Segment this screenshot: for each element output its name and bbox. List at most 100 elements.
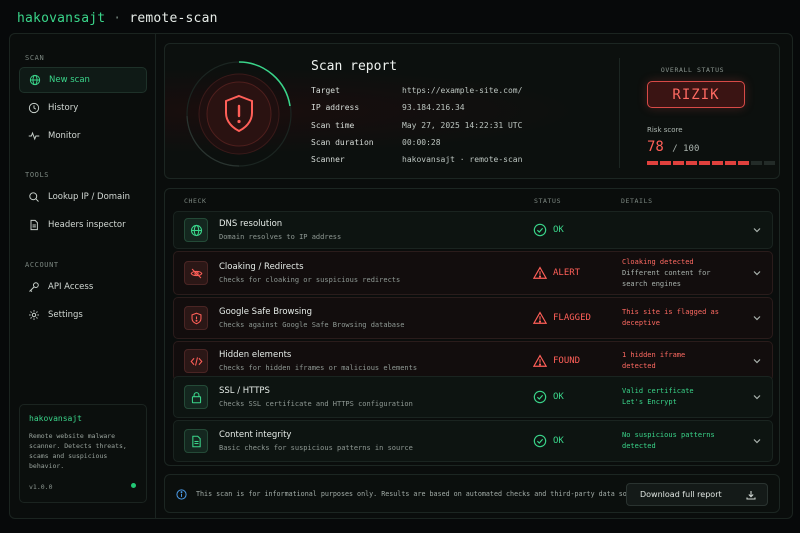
field-value: 93.184.216.34 <box>402 103 465 112</box>
section-label-tools: TOOLS <box>25 171 50 179</box>
detail-line: detected <box>622 442 656 450</box>
sidebar-item-monitor[interactable]: Monitor <box>19 123 147 149</box>
detail-line: This site is flagged as <box>622 308 719 316</box>
field-key: IP address <box>311 103 360 112</box>
detail-line: Cloaking detected <box>622 258 694 266</box>
column-header-details: DETAILS <box>621 197 653 205</box>
globe-icon <box>190 224 202 236</box>
globe-icon <box>29 74 41 86</box>
check-circle-icon <box>533 390 547 404</box>
sidebar-item-history[interactable]: History <box>19 95 147 121</box>
key-icon <box>28 281 40 293</box>
app-title: remote-scan <box>129 10 218 26</box>
field-value: 00:00:28 <box>402 138 441 147</box>
risk-bar-segment <box>764 161 775 165</box>
status-badge: ALERT <box>533 266 580 280</box>
detail-line: 1 hidden iframe <box>622 351 686 359</box>
chevron-down-icon[interactable] <box>752 225 762 235</box>
check-icon-box <box>184 429 208 453</box>
risk-bar-segment <box>686 161 697 165</box>
detail-line: Let's Encrypt <box>622 398 677 406</box>
column-header-check: CHECK <box>184 197 207 205</box>
check-description: Basic checks for suspicious patterns in … <box>219 444 413 452</box>
check-circle-icon <box>533 223 547 237</box>
field-key: Scanner <box>311 155 345 164</box>
section-label-account: ACCOUNT <box>25 261 59 269</box>
app-header: hakovansajt · remote-scan <box>0 0 800 36</box>
risk-score-max: / 100 <box>672 144 700 154</box>
status-badge: OK <box>533 390 564 404</box>
document-icon <box>28 219 40 231</box>
sidebar-item-headers-inspector[interactable]: Headers inspector <box>19 212 147 238</box>
check-description: Checks for hidden iframes or malicious e… <box>219 364 418 372</box>
chevron-down-icon[interactable] <box>752 268 762 278</box>
field-scan-time: Scan time May 27, 2025 14:22:31 UTC <box>311 121 522 130</box>
check-row-cloaking[interactable]: Cloaking / Redirects Checks for cloaking… <box>173 251 773 295</box>
check-name: DNS resolution <box>219 219 283 229</box>
gear-icon <box>28 309 40 321</box>
status-text: OK <box>553 436 564 446</box>
detail-line: No suspicious patterns <box>622 431 715 439</box>
sidebar-item-label: History <box>48 103 79 113</box>
risk-bar-segment <box>712 161 723 165</box>
check-row-hidden-elements[interactable]: Hidden elements Checks for hidden iframe… <box>173 341 773 381</box>
chevron-down-icon[interactable] <box>752 436 762 446</box>
sidebar-item-label: Monitor <box>48 131 81 141</box>
warning-triangle-icon <box>533 311 547 324</box>
download-report-button[interactable]: Download full report <box>626 483 768 506</box>
check-description: Checks for cloaking or suspicious redire… <box>219 276 401 284</box>
status-badge: OK <box>533 223 564 237</box>
check-row-ssl[interactable]: SSL / HTTPS Checks SSL certificate and H… <box>173 376 773 418</box>
overall-status-badge: RIZIK <box>647 81 745 108</box>
check-icon-box <box>184 261 208 285</box>
field-key: Target <box>311 86 340 95</box>
check-row-safe-browsing[interactable]: Google Safe Browsing Checks against Goog… <box>173 297 773 339</box>
about-description: Remote website malware scanner. Detects … <box>29 432 127 470</box>
check-row-content-integrity[interactable]: Content integrity Basic checks for suspi… <box>173 420 773 462</box>
risk-bar-segment <box>660 161 671 165</box>
field-scan-duration: Scan duration 00:00:28 <box>311 138 441 147</box>
chevron-down-icon[interactable] <box>752 313 762 323</box>
version-label: v1.0.0 <box>29 483 53 491</box>
overall-status-panel: OVERALL STATUS RIZIK Risk score 78 / 100 <box>619 58 775 168</box>
code-icon <box>190 356 202 366</box>
status-badge: FOUND <box>533 354 580 368</box>
check-description: Checks SSL certificate and HTTPS configu… <box>219 400 413 408</box>
field-scanner: Scanner hakovansajt · remote-scan <box>311 155 522 164</box>
chevron-down-icon[interactable] <box>752 356 762 366</box>
risk-score-label: Risk score <box>647 126 683 134</box>
file-text-icon <box>191 435 201 447</box>
sidebar-item-label: Lookup IP / Domain <box>48 192 131 202</box>
check-name: SSL / HTTPS <box>219 386 270 396</box>
warning-triangle-icon <box>533 354 547 367</box>
risk-bar-segment <box>699 161 710 165</box>
column-header-status: STATUS <box>534 197 562 205</box>
field-value[interactable]: https://example-site.com/ <box>402 86 522 95</box>
checks-table: CHECK STATUS DETAILS DNS resolution Doma… <box>164 188 780 466</box>
field-target: Target https://example-site.com/ <box>311 86 522 95</box>
chevron-down-icon[interactable] <box>752 392 762 402</box>
check-name: Google Safe Browsing <box>219 307 313 317</box>
check-details: No suspicious patterns detected <box>622 430 742 452</box>
status-text: ALERT <box>553 268 581 278</box>
risk-score-value: 78 <box>647 139 664 155</box>
download-report-label: Download full report <box>640 490 722 499</box>
sidebar-item-lookup[interactable]: Lookup IP / Domain <box>19 184 147 210</box>
check-icon-box <box>184 306 208 330</box>
field-key: Scan time <box>311 121 355 130</box>
field-value: May 27, 2025 14:22:31 UTC <box>402 121 523 130</box>
overall-status-label: OVERALL STATUS <box>660 66 725 74</box>
detail-line: search engines <box>622 280 682 288</box>
check-description: Checks against Google Safe Browsing data… <box>219 321 405 329</box>
check-row-dns[interactable]: DNS resolution Domain resolves to IP add… <box>173 211 773 249</box>
status-text: FOUND <box>553 356 581 366</box>
risk-score: 78 / 100 <box>647 139 699 155</box>
check-name: Hidden elements <box>219 350 292 360</box>
sidebar-item-settings[interactable]: Settings <box>19 302 147 328</box>
warning-triangle-icon <box>533 266 547 279</box>
check-details: Valid certificate Let's Encrypt <box>622 386 742 408</box>
risk-bar-segment <box>647 161 658 165</box>
check-details: 1 hidden iframe detected <box>622 350 742 372</box>
sidebar-item-new-scan[interactable]: New scan <box>19 67 147 93</box>
sidebar-item-api-access[interactable]: API Access <box>19 274 147 300</box>
